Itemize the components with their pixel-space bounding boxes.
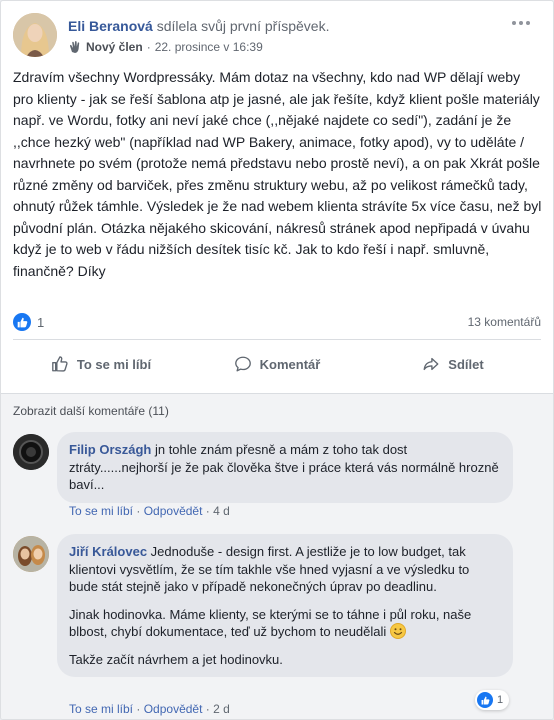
comment-actions: To se mi líbí · Odpovědět · 2 d	[69, 702, 230, 716]
share-button[interactable]: Sdílet	[365, 345, 541, 383]
comment-icon	[234, 356, 251, 372]
author-avatar[interactable]	[13, 13, 57, 57]
divider	[13, 339, 541, 340]
share-icon	[423, 357, 439, 371]
comment-bubble: Jiří Královec Jednoduše - design first. …	[57, 534, 513, 677]
post-action-text: sdílela svůj první příspěvek.	[156, 18, 330, 34]
comment-text: Jinak hodinovka. Máme klienty, se kterým…	[69, 606, 472, 640]
post-options-icon[interactable]	[509, 15, 533, 31]
post-card: Eli Beranová sdílela svůj první příspěve…	[0, 0, 554, 720]
comment-button[interactable]: Komentář	[189, 345, 365, 383]
new-member-badge: Nový člen	[86, 40, 143, 54]
comment-like-link[interactable]: To se mi líbí	[69, 702, 133, 716]
smile-emoji-icon	[389, 623, 406, 639]
post-body: Zdravím všechny Wordpressáky. Mám dotaz …	[13, 69, 542, 279]
post-stats: 1 13 komentářů	[13, 311, 541, 333]
post-timestamp[interactable]: 22. prosince v 16:39	[155, 39, 263, 55]
author-name[interactable]: Eli Beranová	[68, 18, 153, 34]
author-line: Eli Beranová sdílela svůj první příspěve…	[68, 17, 329, 35]
commenter-avatar[interactable]	[13, 536, 49, 572]
commenter-name[interactable]: Filip Országh	[69, 442, 151, 457]
comment-reaction-count: 1	[497, 694, 504, 706]
like-count: 1	[37, 314, 45, 330]
meta-separator: ·	[146, 40, 151, 54]
comment-paragraph: Jinak hodinovka. Máme klienty, se kterým…	[69, 606, 501, 641]
like-reaction-icon	[477, 692, 493, 708]
comment-reactions[interactable]: 1	[475, 690, 510, 710]
thumbs-up-icon	[52, 356, 68, 372]
comment-paragraph: Jiří Královec Jednoduše - design first. …	[69, 543, 501, 596]
commenter-name[interactable]: Jiří Královec	[69, 544, 147, 559]
post-header: Eli Beranová sdílela svůj první příspěve…	[13, 13, 533, 59]
like-summary[interactable]: 1	[13, 313, 44, 331]
comment-paragraph: Takže začít návrhem a jet hodinovku.	[69, 651, 501, 669]
comment-count[interactable]: 13 komentářů	[468, 315, 541, 329]
like-button-label: To se mi líbí	[76, 356, 152, 372]
comment-actions: To se mi líbí · Odpovědět · 4 d	[69, 504, 230, 518]
comment-time[interactable]: 4 d	[213, 504, 230, 518]
comment-bubble: Filip Országh jn tohle znám přesně a mám…	[57, 432, 513, 503]
post-actions: To se mi líbí Komentář Sdílet	[13, 345, 541, 383]
comment-like-link[interactable]: To se mi líbí	[69, 504, 133, 518]
commenter-avatar[interactable]	[13, 434, 49, 470]
comments-section: Zobrazit další komentáře (11) Filip Orsz…	[1, 393, 553, 719]
view-more-comments-link[interactable]: Zobrazit další komentáře (11)	[13, 404, 169, 418]
waving-hand-icon	[68, 40, 82, 54]
comment-time[interactable]: 2 d	[213, 702, 230, 716]
comment-reply-link[interactable]: Odpovědět	[144, 504, 203, 518]
like-button[interactable]: To se mi líbí	[13, 345, 189, 383]
like-reaction-icon	[13, 313, 31, 331]
comment-button-label: Komentář	[259, 356, 321, 372]
comment-text: Takže začít návrhem a jet hodinovku.	[69, 651, 283, 667]
comment-reply-link[interactable]: Odpovědět	[144, 702, 203, 716]
post-meta: Nový člen · 22. prosince v 16:39	[68, 39, 329, 55]
share-button-label: Sdílet	[448, 356, 484, 372]
